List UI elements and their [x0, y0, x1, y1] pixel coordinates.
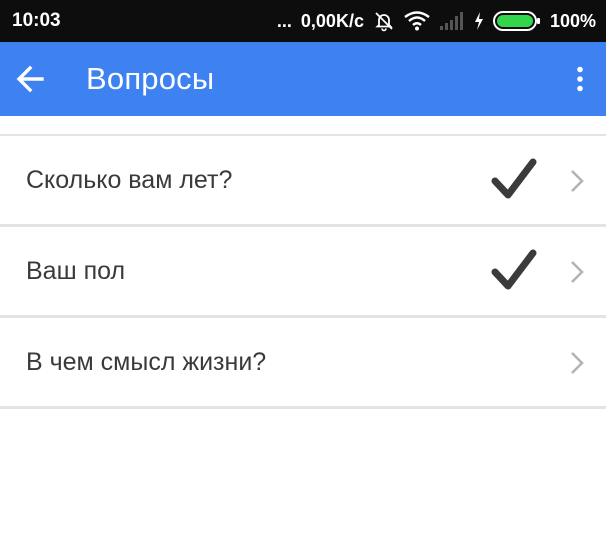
question-item[interactable]: Ваш пол — [0, 227, 606, 318]
status-time: 10:03 — [12, 10, 61, 31]
question-label: Ваш пол — [26, 256, 126, 285]
status-indicators: ... 0,00K/c 100% — [277, 10, 596, 32]
bell-off-icon — [373, 10, 395, 32]
battery-icon — [492, 10, 541, 32]
question-item[interactable]: Сколько вам лет? — [0, 136, 606, 227]
more-vert-icon — [577, 66, 583, 92]
back-button[interactable] — [2, 51, 58, 107]
question-item[interactable]: В чем смысл жизни? — [0, 318, 606, 409]
question-label: Сколько вам лет? — [26, 165, 233, 194]
check-icon — [491, 158, 537, 199]
network-speed: 0,00K/c — [300, 10, 364, 31]
signal-icon — [439, 11, 465, 31]
chevron-right-icon — [571, 352, 584, 374]
check-icon — [491, 249, 537, 290]
chevron-right-icon — [571, 170, 584, 192]
status-dots: ... — [276, 10, 292, 31]
arrow-left-icon — [16, 65, 44, 93]
app-bar: Вопросы — [0, 42, 606, 116]
question-label: В чем смысл жизни? — [26, 347, 267, 376]
page-title: Вопросы — [86, 61, 215, 96]
question-list: Сколько вам лет? Ваш пол В чем смысл жиз… — [0, 134, 606, 409]
battery-percent: 100% — [549, 10, 596, 31]
overflow-menu-button[interactable] — [568, 60, 592, 98]
charging-icon — [474, 11, 484, 31]
wifi-icon — [404, 11, 430, 31]
status-bar: 10:03 ... 0,00K/c 100% — [0, 0, 606, 42]
chevron-right-icon — [571, 261, 584, 283]
